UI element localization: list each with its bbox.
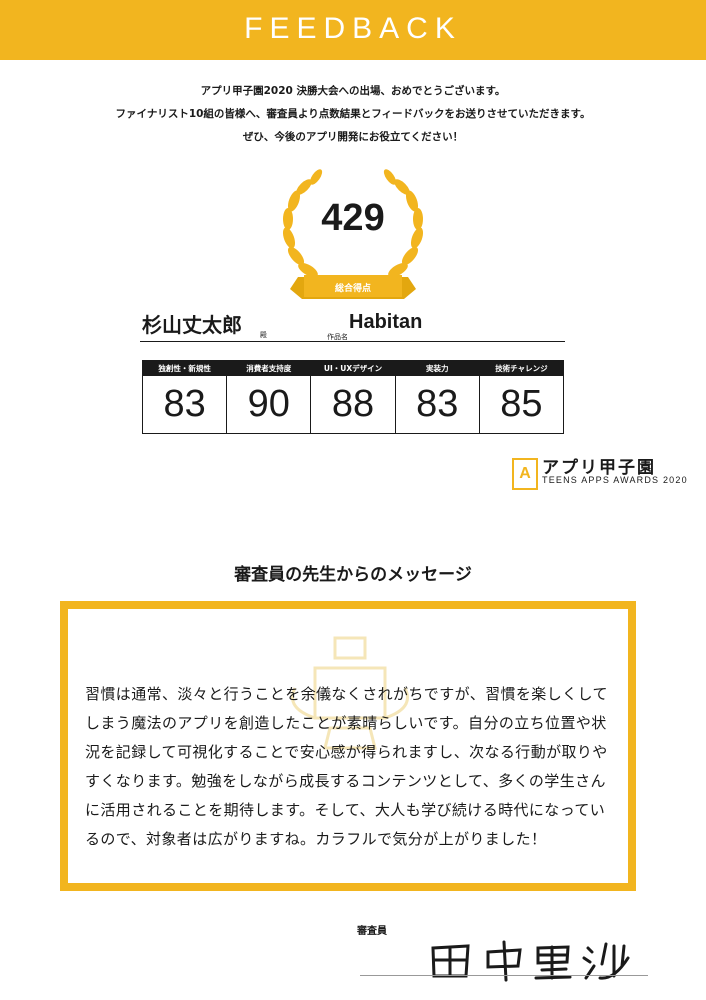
score-category: UI・UXデザイン xyxy=(311,361,395,376)
score-cell: 技術チャレンジ 85 xyxy=(479,361,564,433)
intro-line: ファイナリスト10組の皆様へ、審査員より点数結果とフィードバックをお送りさせてい… xyxy=(115,108,591,120)
page-title: FEEDBACK xyxy=(244,12,462,45)
score-value: 83 xyxy=(416,383,459,425)
divider xyxy=(140,341,565,342)
score-cell: 実装力 83 xyxy=(395,361,480,433)
honorific: 殿 xyxy=(260,331,267,339)
header-banner: FEEDBACK xyxy=(0,0,706,60)
score-category: 独創性・新規性 xyxy=(143,361,227,376)
score-category: 消費者支持度 xyxy=(227,361,311,376)
total-score: 429 xyxy=(321,197,385,239)
signature-line xyxy=(360,975,648,976)
score-value: 85 xyxy=(500,383,543,425)
score-value: 88 xyxy=(331,383,375,425)
score-value: 83 xyxy=(163,383,206,425)
work-title: Habitan xyxy=(349,311,423,333)
score-category: 実装力 xyxy=(395,361,479,376)
score-cell: 独創性・新規性 83 xyxy=(143,361,228,433)
message-heading: 審査員の先生からのメッセージ xyxy=(234,565,472,585)
intro-line: アプリ甲子園2020 決勝大会への出場、おめでとうございます。 xyxy=(200,85,506,97)
score-table: 独創性・新規性 83 消費者支持度 90 UI・UXデザイン 88 実装力 83… xyxy=(142,360,564,434)
message-body: 習慣は通常、淡々と行うことを余儀なくされがちですが、習慣を楽しくしてしまう魔法の… xyxy=(85,685,608,848)
intro-line: ぜひ、今後のアプリ開発にお役立てください！ xyxy=(242,131,464,143)
judge-label: 審査員 xyxy=(357,926,387,937)
entrant-name: 杉山丈太郎 xyxy=(142,313,242,337)
app-koshien-logo-icon: A xyxy=(512,458,538,490)
score-cell: 消費者支持度 90 xyxy=(227,361,312,433)
score-cell: UI・UXデザイン 88 xyxy=(311,361,396,433)
total-score-label: 総合得点 xyxy=(334,284,371,294)
intro-text: アプリ甲子園2020 決勝大会への出場、おめでとうございます。 ファイナリスト1… xyxy=(0,80,706,149)
logo-subtitle: TEENS APPS AWARDS 2020 xyxy=(542,475,688,485)
score-category: 技術チャレンジ xyxy=(479,361,564,376)
score-value: 90 xyxy=(247,383,290,425)
